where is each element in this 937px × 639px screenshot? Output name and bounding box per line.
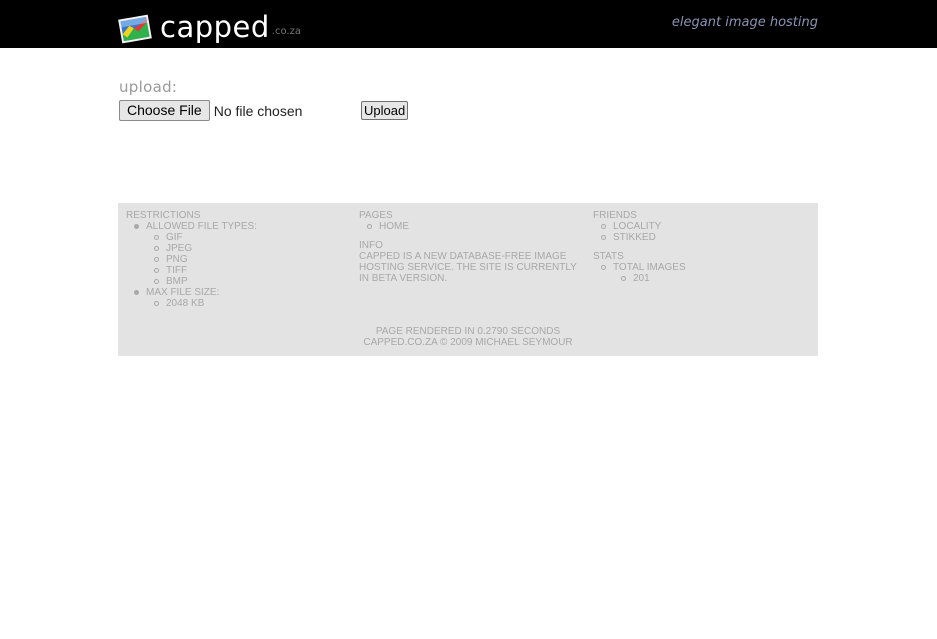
restrictions-column: RESTRICTIONS ALLOWED FILE TYPES: GIF JPE… <box>126 210 346 309</box>
logo-tld: .co.za <box>271 26 301 37</box>
file-input: Choose File No file chosen <box>119 100 302 121</box>
bullet-icon <box>367 224 372 229</box>
footer-panel: RESTRICTIONS ALLOWED FILE TYPES: GIF JPE… <box>118 203 818 356</box>
friend-link[interactable]: STIKKED <box>593 232 793 243</box>
copyright-text: CAPPED.CO.ZA © 2009 MICHAEL SEYMOUR <box>363 337 573 348</box>
render-time-text: PAGE RENDERED IN 0.2790 SECONDS <box>375 326 561 337</box>
restrictions-title: RESTRICTIONS <box>126 210 201 221</box>
site-logo[interactable]: capped .co.za <box>118 6 301 44</box>
info-text: CAPPED IS A NEW DATABASE-FREE IMAGE HOST… <box>359 251 577 284</box>
bullet-icon <box>154 301 159 306</box>
nav-link-home[interactable]: HOME <box>359 221 579 232</box>
bullet-icon <box>621 276 626 281</box>
total-images-label: TOTAL IMAGES <box>613 262 686 273</box>
friends-list: LOCALITY STIKKED <box>593 221 793 243</box>
bullet-icon <box>154 246 159 251</box>
nav-link-label: HOME <box>379 221 409 232</box>
file-status-text: No file chosen <box>213 102 303 119</box>
friends-title: FRIENDS <box>593 210 637 221</box>
file-type: JPEG <box>166 243 193 254</box>
file-type: BMP <box>166 276 188 287</box>
friend-link[interactable]: LOCALITY <box>593 221 793 232</box>
list-item: GIF <box>126 232 346 243</box>
list-item: MAX FILE SIZE: <box>126 287 346 298</box>
upload-button[interactable]: Upload <box>361 101 409 120</box>
list-item: PNG <box>126 254 346 265</box>
friend-link-label: LOCALITY <box>613 221 662 232</box>
list-item: JPEG <box>126 243 346 254</box>
bullet-icon <box>154 257 159 262</box>
photo-logo-icon <box>118 14 152 44</box>
list-item: BMP <box>126 276 346 287</box>
site-tagline: elegant image hosting <box>671 15 818 30</box>
info-title: INFO <box>359 240 383 251</box>
logo-text: capped <box>160 10 270 44</box>
list-item: TIFF <box>126 265 346 276</box>
pages-title: PAGES <box>359 210 393 221</box>
choose-file-button[interactable]: Choose File <box>119 100 210 121</box>
bullet-icon <box>154 235 159 240</box>
restrictions-list: ALLOWED FILE TYPES: GIF JPEG PNG TIFF BM… <box>126 221 346 309</box>
file-type: GIF <box>166 232 183 243</box>
file-type: PNG <box>166 254 188 265</box>
friend-link-label: STIKKED <box>613 232 656 243</box>
stats-title: STATS <box>593 251 624 262</box>
bullet-icon <box>154 279 159 284</box>
bullet-icon <box>601 265 606 270</box>
list-item: ALLOWED FILE TYPES: <box>126 221 346 232</box>
list-item: TOTAL IMAGES <box>593 262 793 273</box>
list-item: 2048 KB <box>126 298 346 309</box>
friends-column: FRIENDS LOCALITY STIKKED STATS TOTAL IMA… <box>593 210 793 284</box>
pages-column: PAGES HOME INFO CAPPED IS A NEW DATABASE… <box>359 210 579 284</box>
allowed-types-label: ALLOWED FILE TYPES: <box>146 221 257 232</box>
pages-list: HOME <box>359 221 579 232</box>
list-item: 201 <box>593 273 793 284</box>
bullet-icon <box>601 224 606 229</box>
bullet-icon <box>601 235 606 240</box>
stats-list: TOTAL IMAGES 201 <box>593 262 793 284</box>
bullet-icon <box>134 290 139 295</box>
total-images-value: 201 <box>633 273 650 284</box>
footer-credits: PAGE RENDERED IN 0.2790 SECONDS CAPPED.C… <box>118 326 818 348</box>
header-bar: capped .co.za elegant image hosting <box>0 0 937 48</box>
file-type: TIFF <box>166 265 188 276</box>
bullet-icon <box>154 268 159 273</box>
max-size-label: MAX FILE SIZE: <box>146 287 220 298</box>
upload-heading: upload: <box>119 78 178 96</box>
max-size-value: 2048 KB <box>166 298 205 309</box>
bullet-icon <box>134 224 139 229</box>
